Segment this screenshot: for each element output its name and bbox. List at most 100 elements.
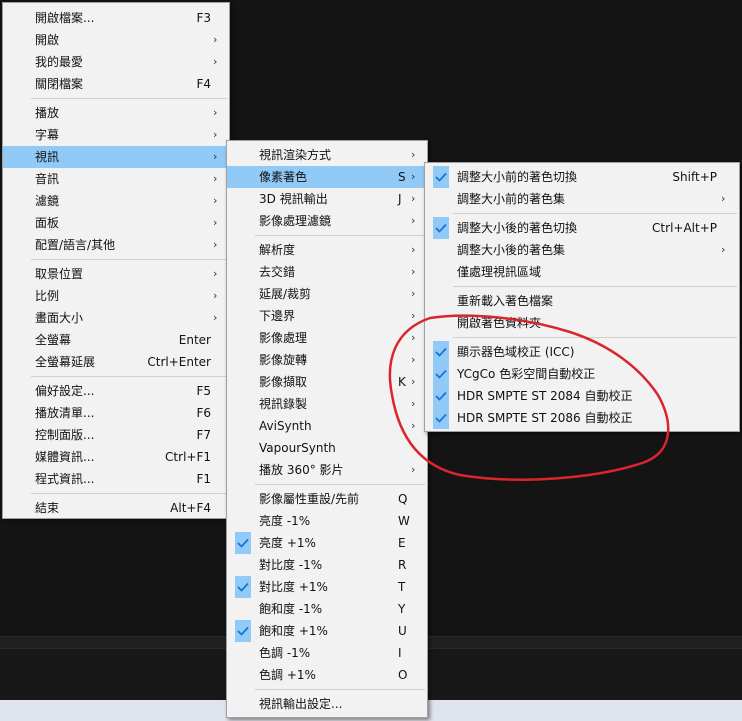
menu-separator (453, 337, 737, 338)
video-menu-item-27[interactable]: 視訊輸出設定... (227, 693, 427, 715)
main-menu-item-19[interactable]: 偏好設定... F5 (3, 380, 229, 402)
video-menu-item-19[interactable]: 亮度 +1% E (227, 532, 427, 554)
video-menu-item-11[interactable]: 影像擷取 K › (227, 371, 427, 393)
menu-item-label: 影像旋轉 (259, 353, 308, 367)
main-menu-item-3[interactable]: 關閉檔案 F4 (3, 73, 229, 95)
main-menu-item-1[interactable]: 開啟 › (3, 29, 229, 51)
menu-item-label: 關閉檔案 (35, 77, 84, 91)
video-menu-item-21[interactable]: 對比度 +1% T (227, 576, 427, 598)
menu-item-shortcut: I (398, 646, 402, 660)
shader-menu-item-8[interactable]: 開啟著色資料夾 (425, 312, 739, 334)
menu-item-label: 亮度 +1% (259, 536, 316, 550)
menu-item-label: 影像處理 (259, 331, 308, 345)
menu-item-label: 延展/裁剪 (259, 287, 312, 301)
main-menu-item-13[interactable]: 取景位置 › (3, 263, 229, 285)
main-menu-item-11[interactable]: 配置/語言/其他 › (3, 234, 229, 256)
pixel-shader-submenu: 調整大小前的著色切換 Shift+P 調整大小前的著色集 › 調整大小後的著色切換 Ctr… (424, 162, 740, 432)
main-menu-item-15[interactable]: 畫面大小 › (3, 307, 229, 329)
menu-item-label: 視訊錄製 (259, 397, 308, 411)
video-menu-item-18[interactable]: 亮度 -1% W (227, 510, 427, 532)
video-menu-item-3[interactable]: 影像處理濾鏡 › (227, 210, 427, 232)
menu-item-label: AviSynth (259, 419, 312, 433)
menu-item-shortcut: U (398, 624, 407, 638)
menu-separator (453, 213, 737, 214)
chevron-right-icon: › (411, 419, 416, 432)
video-menu-item-17[interactable]: 影像屬性重設/先前 Q (227, 488, 427, 510)
main-menu-item-0[interactable]: 開啟檔案... F3 (3, 7, 229, 29)
video-menu-item-12[interactable]: 視訊錄製 › (227, 393, 427, 415)
menu-separator (31, 493, 227, 494)
menu-separator (255, 484, 425, 485)
menu-item-label: 全螢幕 (35, 333, 72, 347)
menu-separator (255, 235, 425, 236)
main-menu-item-8[interactable]: 音訊 › (3, 168, 229, 190)
main-menu-item-16[interactable]: 全螢幕 Enter (3, 329, 229, 351)
video-menu-item-20[interactable]: 對比度 -1% R (227, 554, 427, 576)
main-menu-item-2[interactable]: 我的最愛 › (3, 51, 229, 73)
shader-menu-item-3[interactable]: 調整大小後的著色切換 Ctrl+Alt+P (425, 217, 739, 239)
menu-item-label: 色調 -1% (259, 646, 311, 660)
chevron-right-icon: › (411, 243, 416, 256)
shader-menu-item-1[interactable]: 調整大小前的著色集 › (425, 188, 739, 210)
main-menu-item-14[interactable]: 比例 › (3, 285, 229, 307)
menu-item-label: 調整大小後的著色切換 (457, 221, 578, 235)
chevron-right-icon: › (213, 289, 218, 302)
menu-item-shortcut: W (398, 514, 410, 528)
shader-menu-item-11[interactable]: YCgCo 色彩空間自動校正 (425, 363, 739, 385)
chevron-right-icon: › (213, 172, 218, 185)
shader-menu-item-10[interactable]: 顯示器色域校正 (ICC) (425, 341, 739, 363)
main-menu-item-9[interactable]: 濾鏡 › (3, 190, 229, 212)
video-menu-item-5[interactable]: 解析度 › (227, 239, 427, 261)
video-menu-item-2[interactable]: 3D 視訊輸出 J › (227, 188, 427, 210)
video-menu-item-24[interactable]: 色調 -1% I (227, 642, 427, 664)
main-menu-item-6[interactable]: 字幕 › (3, 124, 229, 146)
video-menu-item-6[interactable]: 去交錯 › (227, 261, 427, 283)
menu-item-label: 影像擷取 (259, 375, 308, 389)
main-menu-item-22[interactable]: 媒體資訊... Ctrl+F1 (3, 446, 229, 468)
menu-item-label: 開啟檔案... (35, 11, 95, 25)
video-menu-item-15[interactable]: 播放 360° 影片 › (227, 459, 427, 481)
checkmark-icon (433, 407, 449, 429)
menu-item-label: 視訊渲染方式 (259, 148, 332, 162)
menu-item-shortcut: T (398, 580, 406, 594)
main-menu-item-23[interactable]: 程式資訊... F1 (3, 468, 229, 490)
main-menu-item-17[interactable]: 全螢幕延展 Ctrl+Enter (3, 351, 229, 373)
video-menu-item-13[interactable]: AviSynth › (227, 415, 427, 437)
main-menu-item-5[interactable]: 播放 › (3, 102, 229, 124)
menu-item-label: 去交錯 (259, 265, 296, 279)
video-menu-item-10[interactable]: 影像旋轉 › (227, 349, 427, 371)
menu-item-shortcut: J (398, 192, 402, 206)
video-menu-item-25[interactable]: 色調 +1% O (227, 664, 427, 686)
main-menu-item-10[interactable]: 面板 › (3, 212, 229, 234)
menu-item-label: 3D 視訊輸出 (259, 192, 328, 206)
menu-item-label: 程式資訊... (35, 472, 95, 486)
shader-menu-item-12[interactable]: HDR SMPTE ST 2084 自動校正 (425, 385, 739, 407)
video-menu-item-0[interactable]: 視訊渲染方式 › (227, 144, 427, 166)
chevron-right-icon: › (411, 375, 416, 388)
menu-item-label: 控制面版... (35, 428, 95, 442)
checkmark-icon (433, 217, 449, 239)
menu-item-label: 重新載入著色檔案 (457, 294, 554, 308)
shader-menu-item-7[interactable]: 重新載入著色檔案 (425, 290, 739, 312)
menu-item-label: 調整大小後的著色集 (457, 243, 566, 257)
main-menu-item-7[interactable]: 視訊 › (3, 146, 229, 168)
chevron-right-icon: › (411, 463, 416, 476)
video-menu-item-22[interactable]: 飽和度 -1% Y (227, 598, 427, 620)
video-menu-item-7[interactable]: 延展/裁剪 › (227, 283, 427, 305)
video-menu-item-8[interactable]: 下邊界 › (227, 305, 427, 327)
video-menu-item-14[interactable]: VapourSynth (227, 437, 427, 459)
main-menu-item-21[interactable]: 控制面版... F7 (3, 424, 229, 446)
shader-menu-item-4[interactable]: 調整大小後的著色集 › (425, 239, 739, 261)
shader-menu-item-13[interactable]: HDR SMPTE ST 2086 自動校正 (425, 407, 739, 429)
video-menu-item-9[interactable]: 影像處理 › (227, 327, 427, 349)
shader-menu-item-0[interactable]: 調整大小前的著色切換 Shift+P (425, 166, 739, 188)
shader-menu-item-5[interactable]: 僅處理視訊區域 (425, 261, 739, 283)
main-menu-item-20[interactable]: 播放清單... F6 (3, 402, 229, 424)
chevron-right-icon: › (411, 287, 416, 300)
checkmark-icon (433, 385, 449, 407)
main-menu-item-25[interactable]: 結束 Alt+F4 (3, 497, 229, 519)
video-menu-item-1[interactable]: 像素著色 S › (227, 166, 427, 188)
video-menu-item-23[interactable]: 飽和度 +1% U (227, 620, 427, 642)
menu-item-shortcut: R (398, 558, 407, 572)
menu-item-label: 面板 (35, 216, 60, 230)
